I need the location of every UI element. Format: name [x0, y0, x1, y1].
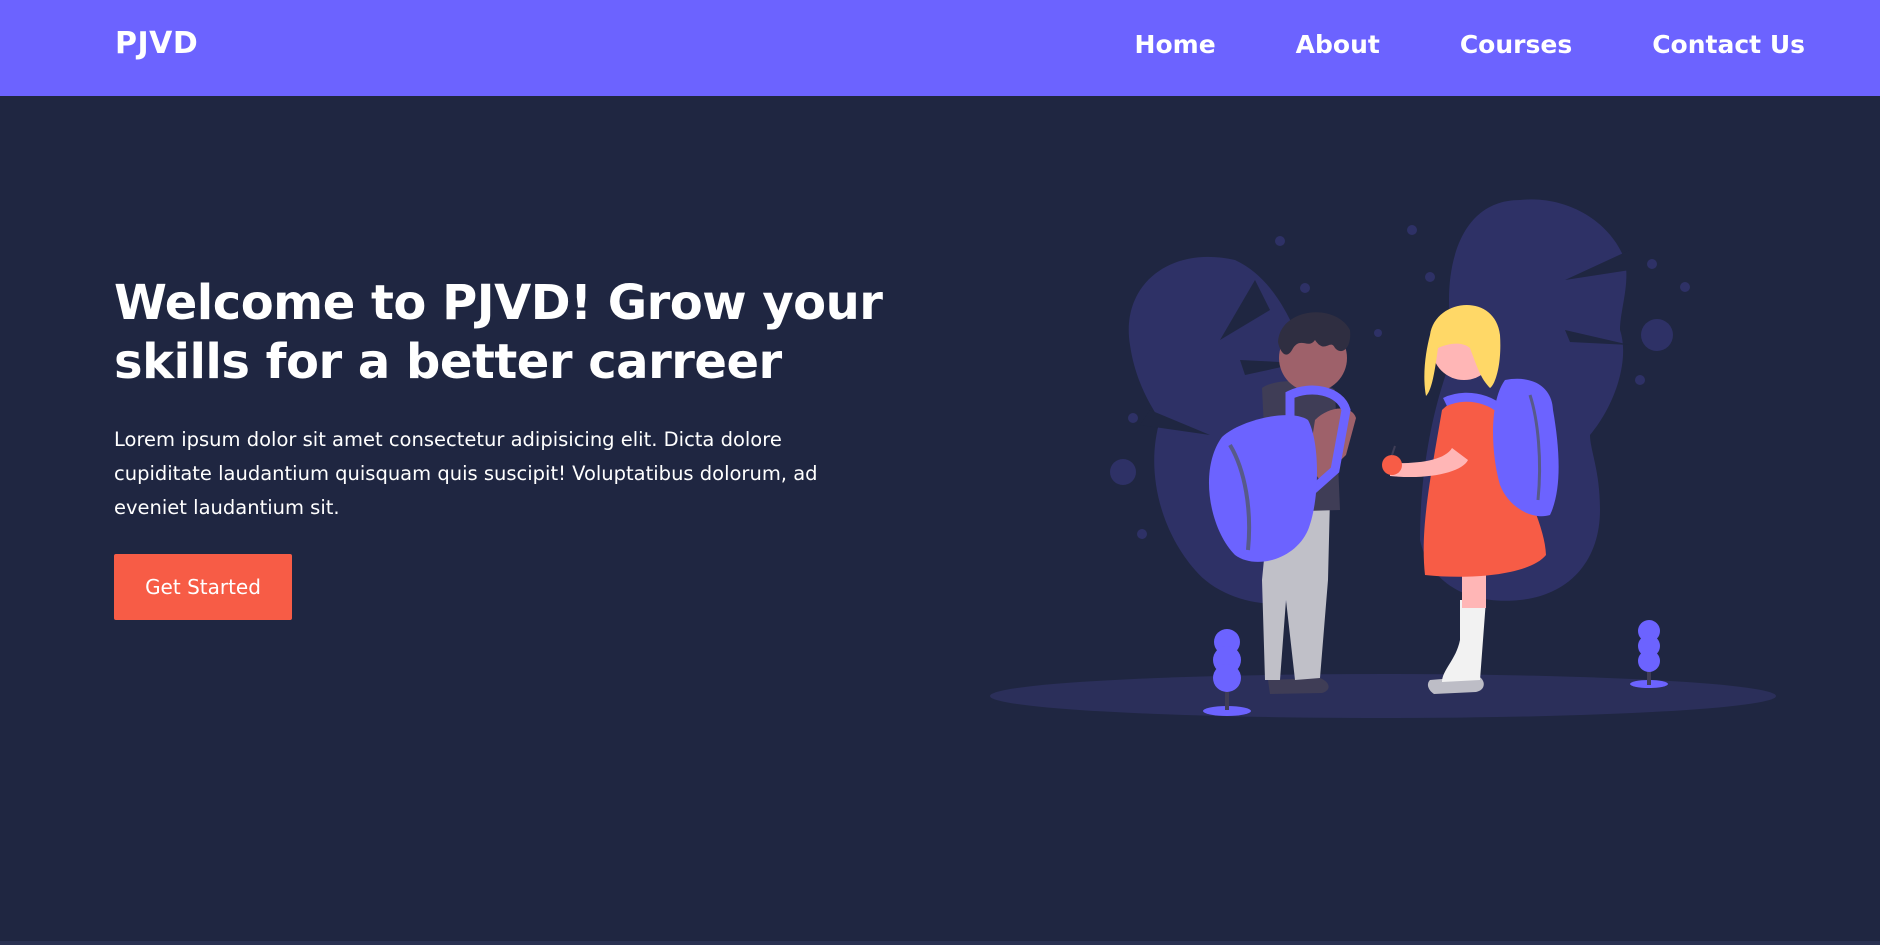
get-started-button[interactable]: Get Started — [114, 554, 292, 620]
navbar: PJVD Home About Courses Contact Us — [0, 0, 1880, 96]
nav-menu: Home About Courses Contact Us — [1135, 30, 1805, 59]
hero-section: Welcome to PJVD! Grow your skills for a … — [114, 274, 884, 620]
students-illustration — [990, 180, 1790, 740]
bottom-divider — [0, 941, 1880, 945]
hero-title: Welcome to PJVD! Grow your skills for a … — [114, 275, 883, 390]
hero-description: Lorem ipsum dolor sit amet consectetur a… — [114, 428, 818, 519]
brand-logo[interactable]: PJVD — [115, 26, 198, 61]
students-illustration-svg — [990, 199, 1776, 718]
nav-link-home[interactable]: Home — [1135, 30, 1216, 59]
nav-link-about[interactable]: About — [1296, 30, 1380, 59]
nav-link-contact-us[interactable]: Contact Us — [1652, 30, 1805, 59]
nav-link-courses[interactable]: Courses — [1460, 30, 1572, 59]
